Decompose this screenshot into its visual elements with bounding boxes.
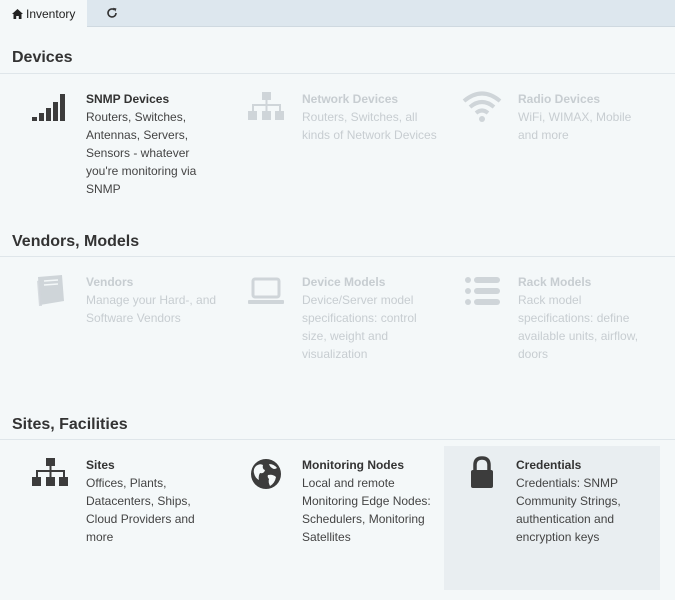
tab-inventory[interactable]: Inventory bbox=[0, 0, 87, 28]
card-description: Routers, Switches, Antennas, Servers, Se… bbox=[86, 110, 197, 196]
card-credentials[interactable]: Credentials Credentials: SNMP Community … bbox=[444, 446, 660, 590]
card-title: Sites bbox=[86, 458, 115, 472]
lock-icon bbox=[462, 456, 502, 492]
home-icon bbox=[12, 9, 23, 19]
divider bbox=[0, 256, 675, 257]
refresh-icon bbox=[106, 7, 118, 22]
card-title: Monitoring Nodes bbox=[302, 458, 404, 472]
section-title-sites: Sites, Facilities bbox=[12, 416, 128, 433]
card-description: Local and remote Monitoring Edge Nodes: … bbox=[302, 476, 431, 544]
card-description: Routers, Switches, all kinds of Network … bbox=[302, 110, 437, 142]
wifi-icon bbox=[462, 90, 502, 126]
card-title: Vendors bbox=[86, 275, 134, 289]
card-title: Rack Models bbox=[518, 275, 592, 289]
card-description: Offices, Plants, Datacenters, Ships, Clo… bbox=[86, 476, 195, 544]
tab-inventory-label: Inventory bbox=[26, 7, 76, 21]
sitemap-icon bbox=[30, 456, 70, 492]
card-radio-devices[interactable]: Radio Devices WiFi, WIMAX, Mobile and mo… bbox=[446, 90, 662, 210]
card-title: SNMP Devices bbox=[86, 92, 170, 106]
laptop-icon bbox=[246, 273, 286, 309]
card-description: Rack model specifications: define availa… bbox=[518, 293, 639, 361]
card-description: Credentials: SNMP Community Strings, aut… bbox=[516, 476, 621, 544]
card-device-models[interactable]: Device Models Device/Server model specif… bbox=[230, 273, 446, 383]
list-icon bbox=[462, 273, 502, 309]
sitemap-icon bbox=[246, 90, 286, 126]
divider bbox=[0, 73, 675, 74]
card-description: Manage your Hard-, and Software Vendors bbox=[86, 293, 217, 325]
section-title-devices: Devices bbox=[12, 49, 73, 66]
card-description: Device/Server model specifications: cont… bbox=[302, 293, 417, 361]
card-title: Radio Devices bbox=[518, 92, 601, 106]
card-sites[interactable]: Sites Offices, Plants, Datacenters, Ship… bbox=[14, 456, 230, 556]
card-title: Credentials bbox=[516, 458, 582, 472]
card-monitoring-nodes[interactable]: Monitoring Nodes Local and remote Monito… bbox=[230, 456, 446, 556]
tab-bar: Inventory bbox=[0, 0, 675, 28]
card-vendors[interactable]: Vendors Manage your Hard-, and Software … bbox=[14, 273, 230, 383]
section-title-vendors: Vendors, Models bbox=[12, 233, 140, 250]
card-title: Network Devices bbox=[302, 92, 399, 106]
card-network-devices[interactable]: Network Devices Routers, Switches, all k… bbox=[230, 90, 446, 210]
card-rack-models[interactable]: Rack Models Rack model specifications: d… bbox=[446, 273, 662, 383]
card-title: Device Models bbox=[302, 275, 386, 289]
divider bbox=[0, 439, 675, 440]
refresh-button[interactable] bbox=[104, 0, 120, 28]
signal-bars-icon bbox=[30, 90, 70, 126]
globe-icon bbox=[246, 456, 286, 492]
book-icon bbox=[30, 273, 70, 309]
card-description: WiFi, WIMAX, Mobile and more bbox=[518, 110, 632, 142]
card-snmp-devices[interactable]: SNMP Devices Routers, Switches, Antennas… bbox=[14, 90, 230, 210]
